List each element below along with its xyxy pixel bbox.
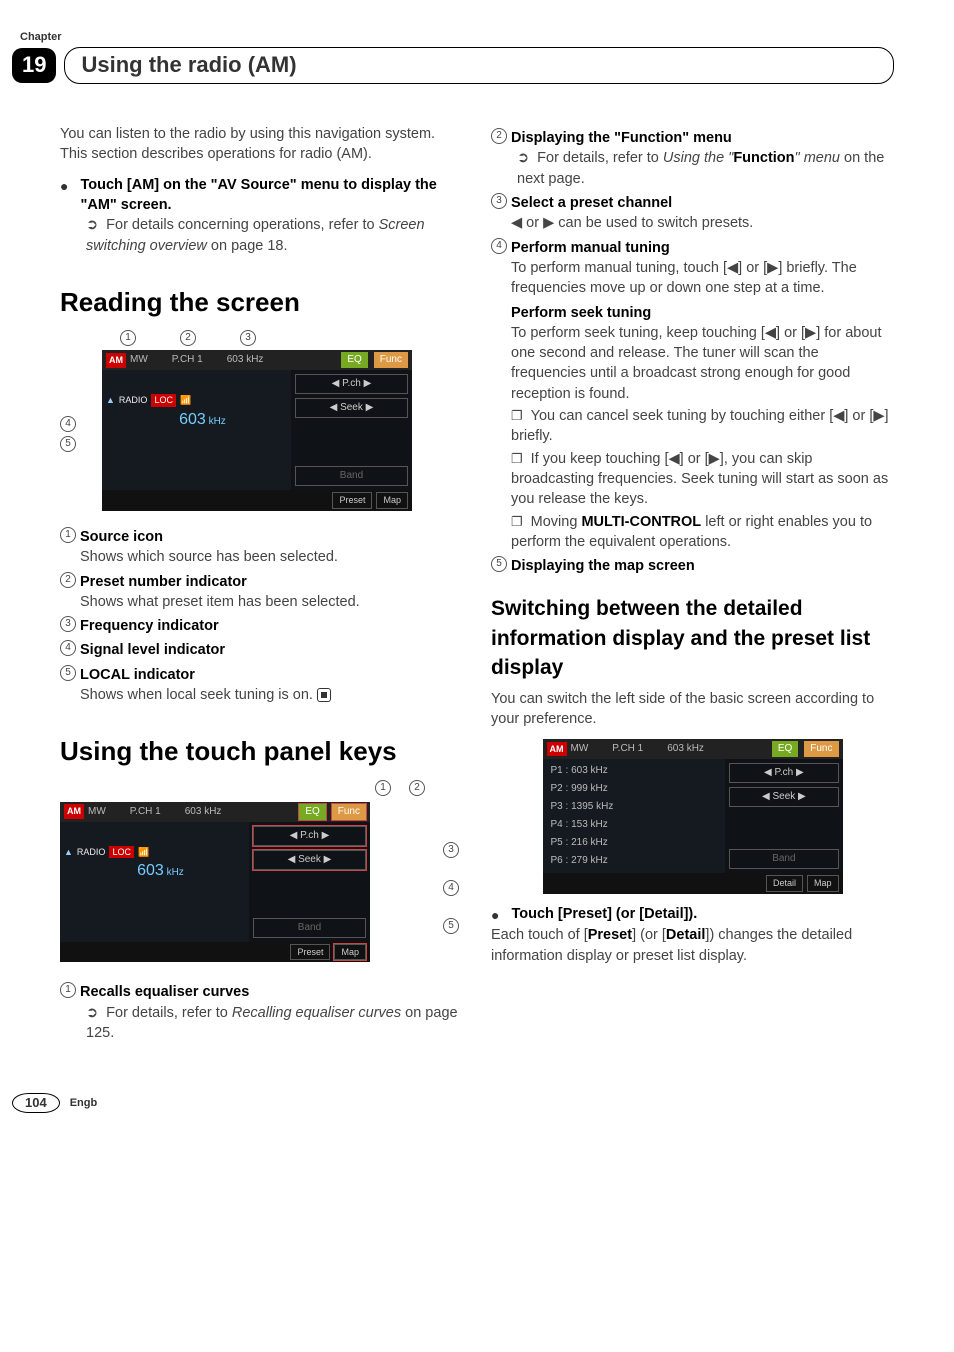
legend-local: LOCAL indicator (80, 665, 195, 685)
step-touch-preset: Touch [Preset] (or [Detail]). (511, 904, 697, 924)
chapter-header: 19 Using the radio (AM) (12, 47, 894, 84)
step-ref: For details concerning operations, refer… (86, 215, 463, 256)
callout-1b: 1 (375, 780, 391, 796)
note-cancel-seek: You can cancel seek tuning by touching e… (511, 406, 894, 447)
legend-recall-eq: Recalls equaliser curves (80, 982, 249, 1002)
switching-paragraph: You can switch the left side of the basi… (491, 689, 894, 730)
language-code: Engb (70, 1096, 98, 1111)
screenshot-touch-keys: AM MW P.CH 1 603 kHz EQ Func ▲ RADIO (60, 802, 370, 963)
heading-switching: Switching between the detailed informati… (491, 594, 894, 682)
preset-p1[interactable]: P1 : 603 kHz (547, 763, 722, 779)
legend-select-desc: ◀ or ▶ can be used to switch presets. (511, 213, 894, 233)
callout-5b: 5 (443, 918, 459, 934)
legend-select-preset: Select a preset channel (511, 193, 672, 213)
legend-map-screen: Displaying the map screen (511, 556, 695, 576)
page-title: Using the radio (AM) (81, 50, 296, 81)
chapter-number: 19 (12, 48, 56, 83)
preset-p2[interactable]: P2 : 999 kHz (547, 781, 722, 797)
frequency-large: 603 (179, 411, 206, 428)
chapter-label: Chapter (20, 30, 894, 45)
preset-p3[interactable]: P3 : 1395 kHz (547, 799, 722, 815)
eq-button-hl[interactable]: EQ (299, 804, 325, 820)
callout-4: 4 (60, 416, 76, 432)
intro-paragraph: You can listen to the radio by using thi… (60, 124, 463, 165)
legend-manual-desc: To perform manual tuning, touch [◀] or [… (511, 258, 894, 299)
detail-button[interactable]: Detail (766, 875, 803, 892)
bullet-icon: ● (60, 177, 68, 197)
legend-func-ref: For details, refer to Using the "Functio… (517, 148, 894, 189)
legend-freq: Frequency indicator (80, 616, 219, 636)
note-multi-control: Moving MULTI-CONTROL left or right enabl… (511, 512, 894, 553)
heading-reading-screen: Reading the screen (60, 284, 463, 320)
stop-icon (317, 688, 331, 702)
legend-recall-ref: For details, refer to Recalling equalise… (86, 1003, 463, 1044)
legend-signal: Signal level indicator (80, 640, 225, 660)
seek-nav-button[interactable]: ◀ Seek ▶ (295, 398, 408, 418)
preset-p5[interactable]: P5 : 216 kHz (547, 835, 722, 851)
pch-nav-button-hl[interactable]: ◀ P.ch ▶ (253, 826, 366, 846)
page-footer: 104 Engb (12, 1093, 894, 1113)
legend-func-menu: Displaying the "Function" menu (511, 128, 732, 148)
screenshot-reading: AM MW P.CH 1 603 kHz EQ Func ▲ RADIO (102, 350, 412, 511)
legend-source-desc: Shows which source has been selected. (80, 547, 463, 567)
freq-top-label: 603 kHz (227, 353, 264, 367)
map-button-hl[interactable]: Map (334, 944, 366, 961)
legend-preset-num: Preset number indicator (80, 572, 247, 592)
map-button[interactable]: Map (376, 492, 408, 509)
pch-label: P.CH 1 (172, 353, 203, 367)
note-icon (511, 514, 531, 530)
legend-manual-tuning: Perform manual tuning (511, 238, 670, 258)
note-icon (511, 451, 531, 467)
func-button[interactable]: Func (374, 352, 408, 368)
callout-2b: 2 (409, 780, 425, 796)
band-button[interactable]: Band (295, 466, 408, 486)
legend-local-desc: Shows when local seek tuning is on. (80, 685, 463, 705)
heading-touch-keys: Using the touch panel keys (60, 733, 463, 769)
preset-list: P1 : 603 kHz P2 : 999 kHz P3 : 1395 kHz … (543, 759, 726, 873)
step-touch-am: Touch [AM] on the "AV Source" menu to di… (80, 175, 463, 216)
preset-p4[interactable]: P4 : 153 kHz (547, 817, 722, 833)
loc-indicator: LOC (151, 394, 176, 407)
callout-4b: 4 (443, 880, 459, 896)
am-icon: AM (106, 353, 126, 368)
reference-icon (86, 217, 106, 233)
preset-button[interactable]: Preset (332, 492, 372, 509)
pch-nav-button[interactable]: ◀ P.ch ▶ (295, 374, 408, 394)
page-number: 104 (12, 1093, 60, 1113)
eq-button[interactable]: EQ (341, 352, 367, 368)
legend-source-icon: Source icon (80, 527, 163, 547)
preset-p6[interactable]: P6 : 279 kHz (547, 853, 722, 869)
legend-seek-desc: To perform seek tuning, keep touching [◀… (511, 323, 894, 404)
title-capsule: Using the radio (AM) (64, 47, 894, 84)
legend-preset-desc: Shows what preset item has been selected… (80, 592, 463, 612)
callout-5: 5 (60, 436, 76, 452)
callout-3b: 3 (443, 842, 459, 858)
touch-preset-desc: Each touch of [Preset] (or [Detail]) cha… (491, 925, 894, 966)
func-button-hl[interactable]: Func (332, 804, 366, 820)
reference-icon (86, 1005, 106, 1021)
seek-nav-button-hl[interactable]: ◀ Seek ▶ (253, 850, 366, 870)
note-icon (511, 408, 531, 424)
screenshot-preset-list: AM MW P.CH 1 603 kHz EQ Func P1 : 603 kH… (543, 739, 843, 894)
mw-label: MW (130, 353, 148, 367)
note-skip-freq: If you keep touching [◀] or [▶], you can… (511, 449, 894, 510)
radio-label: RADIO (119, 394, 148, 407)
bullet-icon: ● (491, 906, 499, 926)
reference-icon (517, 150, 537, 166)
legend-seek-tuning: Perform seek tuning (511, 303, 894, 323)
